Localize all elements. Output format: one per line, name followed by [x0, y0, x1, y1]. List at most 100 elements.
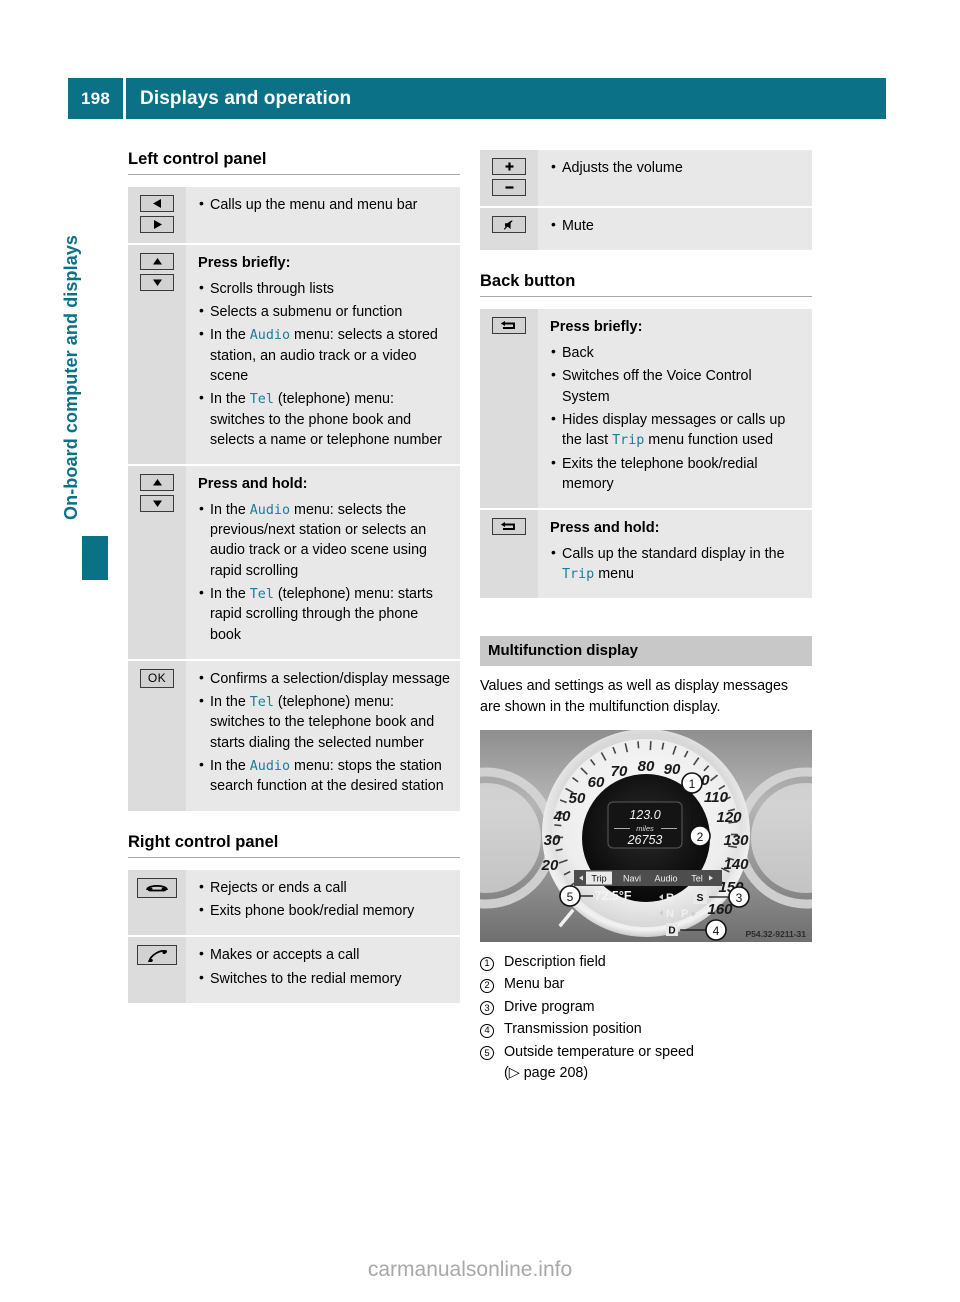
site-watermark: carmanualsonline.info [367, 1258, 573, 1281]
figure-legend: 1 Description field 2 Menu bar 3 Drive p… [480, 952, 812, 1085]
legend-label: Transmission position [504, 1021, 642, 1038]
row-key-cell [128, 245, 186, 465]
arrow-down-button[interactable] [140, 274, 174, 291]
callout-1: 1 [689, 777, 696, 791]
svg-text:20: 20 [541, 857, 559, 874]
row-key-cell [128, 466, 186, 659]
section-title-back-button: Back button [480, 272, 812, 298]
keyword-audio: Audio [249, 502, 291, 518]
list-item: 5 Outside temperature or speed (▷ page 2… [480, 1042, 812, 1085]
manual-page: 198 Displays and operation On-board comp… [0, 0, 960, 1302]
arrow-up-button[interactable] [140, 474, 174, 492]
svg-text:30: 30 [544, 832, 561, 849]
list-item: Mute [550, 215, 802, 236]
arrow-left-button[interactable] [140, 195, 174, 212]
row-body-cell: Adjusts the volume [538, 150, 812, 206]
table-row: Press and hold: In the Audio menu: selec… [128, 466, 460, 661]
list-item: Calls up the standard display in the Tri… [550, 543, 802, 585]
list-item: In the Tel (telephone) menu: switches to… [198, 691, 450, 753]
drive-program-value: S [696, 892, 703, 904]
menu-item-navi: Navi [623, 873, 641, 883]
table-row: Makes or accepts a call Switches to the … [128, 937, 460, 1003]
back-button-table: Press briefly: Back Switches off the Voi… [480, 309, 812, 599]
transmission-n: N [666, 908, 674, 920]
row-heading: Press briefly: [198, 255, 291, 271]
keyword-tel: Tel [249, 587, 274, 602]
svg-text:110: 110 [704, 789, 729, 806]
table-row: Adjusts the volume [480, 150, 812, 208]
svg-text:60: 60 [588, 774, 605, 791]
row-key-cell [128, 187, 186, 243]
legend-label: Menu bar [504, 976, 565, 993]
back-button[interactable] [492, 518, 526, 536]
bullet-list: Makes or accepts a call Switches to the … [198, 944, 450, 989]
table-row: Calls up the menu and menu bar [128, 187, 460, 245]
arrow-right-button[interactable] [140, 216, 174, 233]
list-item: In the Tel (telephone) menu: switches to… [198, 388, 450, 450]
list-item: Back [550, 342, 802, 363]
section-title-right-control-panel: Right control panel [128, 833, 460, 858]
row-key-cell [128, 937, 186, 1003]
list-item: 2 Menu bar [480, 974, 812, 995]
mute-button[interactable] [492, 216, 526, 233]
table-row: Press briefly: Scrolls through lists Sel… [128, 245, 460, 467]
volume-controls-table: Adjusts the volume Mute [480, 150, 812, 251]
transmission-r: R [666, 892, 674, 904]
volume-up-button[interactable] [492, 158, 526, 175]
bullet-list: Confirms a selection/display message In … [198, 668, 450, 797]
row-key-cell [480, 510, 538, 599]
list-item: Scrolls through lists [198, 278, 450, 299]
row-key-cell [128, 869, 186, 936]
page-title: Displays and operation [126, 78, 886, 119]
list-item: Exits the telephone book/redial memory [550, 453, 802, 495]
callout-2: 2 [697, 830, 704, 844]
page-reference[interactable]: (▷ page 208) [504, 1063, 812, 1084]
row-heading: Press and hold: [550, 520, 660, 537]
page-header: 198 Displays and operation [68, 78, 886, 119]
row-key-cell [480, 208, 538, 251]
outside-temperature-value: 72.5°F [595, 889, 632, 903]
svg-text:50: 50 [569, 790, 586, 807]
table-row: Mute [480, 208, 812, 251]
end-call-button[interactable] [137, 877, 177, 898]
legend-number: 5 [480, 1045, 504, 1062]
left-control-panel-table: Calls up the menu and menu bar Press bri… [128, 187, 460, 811]
arrow-down-button[interactable] [140, 495, 174, 513]
row-body-cell: Press briefly: Scrolls through lists Sel… [186, 245, 460, 464]
left-column: Left control panel Calls up the menu and… [128, 150, 460, 1003]
list-item: In the Tel (telephone) menu: starts rapi… [198, 583, 450, 645]
chapter-tab-marker [82, 536, 108, 580]
list-item: Adjusts the volume [550, 157, 802, 178]
svg-text:80: 80 [638, 758, 655, 775]
list-item: Selects a submenu or function [198, 301, 450, 322]
svg-text:40: 40 [553, 808, 571, 825]
keyword-trip: Trip [562, 567, 595, 583]
back-button[interactable] [492, 317, 526, 335]
row-heading: Press briefly: [550, 319, 643, 336]
row-key-cell [480, 150, 538, 206]
legend-label: Drive program [504, 998, 595, 1015]
row-heading: Press and hold: [198, 476, 308, 493]
list-item: 4 Transmission position [480, 1019, 812, 1040]
list-item: Calls up the menu and menu bar [198, 194, 450, 215]
transmission-d: D [668, 925, 675, 936]
table-row: Press briefly: Back Switches off the Voi… [480, 309, 812, 511]
arrow-up-button[interactable] [140, 253, 174, 270]
row-body-cell: Rejects or ends a call Exits phone book/… [186, 870, 460, 936]
keyword-tel: Tel [249, 392, 274, 408]
menu-item-tel: Tel [691, 873, 703, 883]
call-button[interactable] [137, 945, 177, 966]
keyword-trip: Trip [612, 433, 645, 449]
table-row: Press and hold: Calls up the standard di… [480, 510, 812, 599]
volume-down-button[interactable] [492, 179, 526, 196]
list-item: Rejects or ends a call [198, 877, 450, 898]
bullet-list: Calls up the menu and menu bar [198, 194, 450, 215]
list-item: In the Audio menu: stops the station sea… [198, 755, 450, 797]
bullet-list: In the Audio menu: selects the previous/… [198, 499, 450, 645]
ok-button[interactable]: OK [140, 668, 174, 688]
keyword-audio: Audio [249, 759, 291, 775]
instrument-cluster-photo: 20 30 40 50 60 70 80 90 100 110 120 130 … [480, 729, 812, 942]
svg-text:140: 140 [723, 856, 749, 873]
bullet-list: Adjusts the volume [550, 157, 802, 178]
list-item: Switches to the redial memory [198, 968, 450, 989]
